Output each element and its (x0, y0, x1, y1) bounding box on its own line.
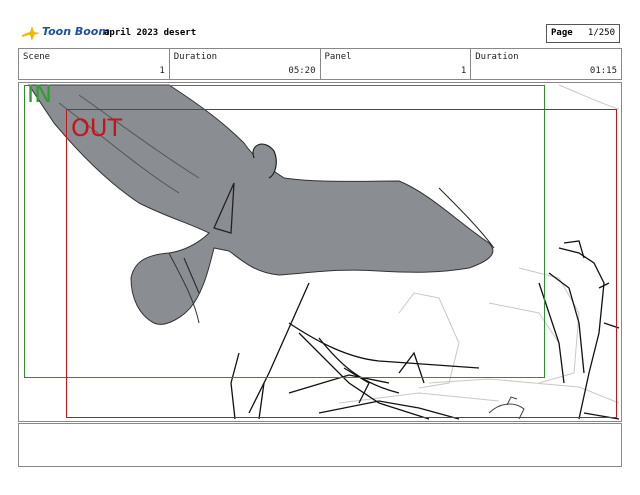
scene-duration-value: 05:20 (288, 66, 316, 76)
storyboard-panel-image: IN OUT (18, 82, 622, 422)
scene-duration-cell: Duration 05:20 (170, 49, 321, 79)
page-indicator: Page 1/250 (546, 24, 620, 43)
panel-duration-value: 01:15 (589, 66, 617, 76)
panel-info-row: Scene 1 Duration 05:20 Panel 1 Duration … (18, 48, 622, 80)
scene-value: 1 (159, 66, 165, 76)
scene-cell: Scene 1 (19, 49, 170, 79)
page-label: Page (551, 28, 573, 38)
in-label: IN (27, 82, 53, 108)
out-label: OUT (71, 114, 123, 142)
logo-text: Toon Boom (42, 25, 110, 38)
panel-duration-label: Duration (475, 52, 519, 62)
toon-boom-logo: Toon Boom (21, 24, 110, 42)
scene-label: Scene (23, 52, 51, 62)
panel-label: Panel (324, 52, 352, 62)
scene-duration-label: Duration (173, 52, 218, 62)
page-value: 1/250 (587, 28, 615, 38)
camera-out-frame: OUT (66, 109, 617, 418)
star-icon (21, 26, 40, 41)
panel-cell: Panel 1 (321, 49, 472, 79)
project-title: april 2023 desert (104, 28, 197, 38)
panel-value: 1 (460, 66, 467, 76)
panel-notes-box (18, 423, 622, 467)
panel-duration-cell: Duration 01:15 (471, 49, 621, 79)
